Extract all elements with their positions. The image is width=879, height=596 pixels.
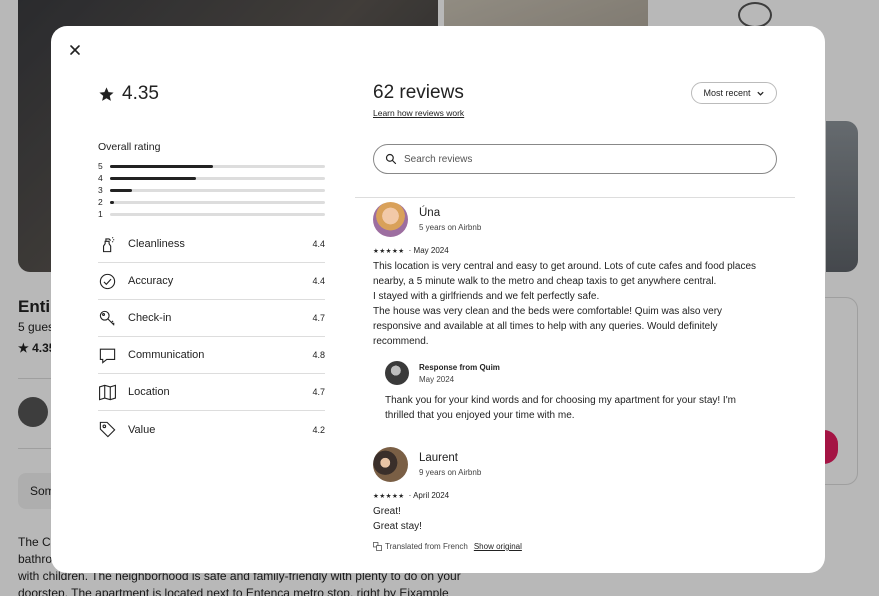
distribution-bar: [110, 164, 325, 168]
distribution-bar: [110, 176, 325, 180]
reviewer-tenure: 5 years on Airbnb: [419, 222, 482, 232]
distribution-fill: [110, 176, 196, 180]
review-header: Laurent 9 years on Airbnb: [373, 445, 783, 483]
distribution-fill: [110, 188, 132, 192]
distribution-row: 4: [98, 172, 325, 184]
category-label: Cleanliness: [128, 238, 185, 250]
review-text: This location is very central and easy t…: [373, 261, 757, 347]
distribution-bar: [110, 212, 325, 216]
star-icon: [99, 86, 114, 101]
distribution-row: 2: [98, 196, 325, 208]
category-score: 4.7: [312, 313, 325, 323]
category-score: 4.4: [312, 239, 325, 249]
host-response-date: May 2024: [419, 375, 455, 384]
review-header: Úna 5 years on Airbnb: [373, 200, 783, 238]
reviews-count: 62 reviews: [373, 82, 464, 103]
chevron-down-icon: [756, 91, 764, 96]
reviewer-avatar[interactable]: [373, 201, 408, 237]
review-item: Laurent 9 years on Airbnb ★★★★★ · April …: [373, 445, 783, 551]
key-icon: [98, 309, 117, 328]
host-avatar: [385, 361, 409, 385]
distribution-fill: [110, 164, 214, 168]
category-label: Location: [128, 386, 170, 398]
map-icon: [98, 383, 117, 402]
reviewer-name: Úna: [419, 206, 441, 219]
close-icon: [70, 45, 80, 55]
category-label: Value: [128, 423, 156, 436]
host-response-text: Thank you for your kind words and for ch…: [385, 395, 736, 421]
reviewer-name: Laurent: [419, 451, 459, 464]
reviews-panel: 62 reviews Learn how reviews work Most r…: [355, 26, 825, 573]
category-ratings: Cleanliness 4.4 Accuracy 4.4 Check-in 4.…: [98, 226, 325, 448]
speech-bubble-icon: [98, 346, 117, 365]
learn-how-reviews-work-link[interactable]: Learn how reviews work: [373, 108, 464, 118]
distribution-row: 3: [98, 184, 325, 196]
close-button[interactable]: [67, 42, 83, 58]
review-stars: ★★★★★: [373, 492, 405, 500]
review-stars: ★★★★★: [373, 247, 405, 255]
overall-rating-label: Overall rating: [98, 141, 161, 153]
overall-score: 4.35: [98, 83, 159, 105]
distribution-fill: [110, 200, 115, 204]
distribution-star-label: 3: [98, 185, 103, 195]
reviewer-avatar[interactable]: [373, 446, 408, 482]
translation-note: Translated from French Show original: [373, 542, 783, 551]
host-response: Response from Quim May 2024: [385, 361, 783, 385]
distribution-star-label: 5: [98, 161, 103, 171]
review-rating-line: ★★★★★ · May 2024: [373, 246, 783, 255]
translated-label: Translated from French: [385, 542, 468, 551]
sort-label: Most recent: [703, 88, 751, 98]
check-circle-icon: [98, 272, 117, 291]
tag-icon: [98, 420, 117, 439]
review-text: Great! Great stay!: [373, 506, 422, 532]
rating-distribution: 5 4 3 2 1: [98, 160, 325, 220]
category-cleanliness: Cleanliness 4.4: [98, 226, 325, 263]
distribution-row: 1: [98, 208, 325, 220]
category-label: Accuracy: [128, 275, 174, 287]
show-original-link[interactable]: Show original: [474, 542, 522, 551]
category-score: 4.8: [312, 350, 325, 360]
category-label: Communication: [128, 349, 205, 361]
overall-score-value: 4.35: [122, 83, 159, 104]
category-accuracy: Accuracy 4.4: [98, 263, 325, 300]
host-response-title: Response from Quim: [419, 363, 500, 372]
review-rating-line: ★★★★★ · April 2024: [373, 491, 783, 500]
translate-icon: [373, 542, 382, 551]
category-score: 4.7: [312, 387, 325, 397]
category-score: 4.2: [312, 424, 325, 435]
category-label: Check-in: [128, 312, 172, 324]
reviewer-tenure: 9 years on Airbnb: [419, 467, 482, 477]
review-date: · April 2024: [408, 491, 450, 500]
distribution-bar: [110, 200, 325, 204]
distribution-bar: [110, 188, 325, 192]
category-score: 4.4: [312, 276, 325, 286]
search-reviews-input[interactable]: [404, 153, 744, 165]
distribution-row: 5: [98, 160, 325, 172]
review-date: · May 2024: [408, 246, 449, 255]
category-value: Value 4.2: [98, 411, 325, 448]
review-list[interactable]: Úna 5 years on Airbnb ★★★★★ · May 2024 T…: [373, 198, 783, 573]
distribution-star-label: 1: [98, 209, 103, 219]
distribution-star-label: 2: [98, 197, 103, 207]
reviews-modal: 4.35 Overall rating 5 4 3 2 1 Cleanlines…: [51, 26, 825, 573]
spray-bottle-icon: [98, 235, 117, 254]
category-communication: Communication 4.8: [98, 337, 325, 374]
search-icon: [385, 153, 397, 165]
sort-dropdown[interactable]: Most recent: [691, 82, 777, 104]
search-reviews-field[interactable]: [373, 144, 777, 174]
category-location: Location 4.7: [98, 374, 325, 411]
category-check-in: Check-in 4.7: [98, 300, 325, 337]
distribution-star-label: 4: [98, 173, 103, 183]
review-item: Úna 5 years on Airbnb ★★★★★ · May 2024 T…: [373, 200, 783, 423]
